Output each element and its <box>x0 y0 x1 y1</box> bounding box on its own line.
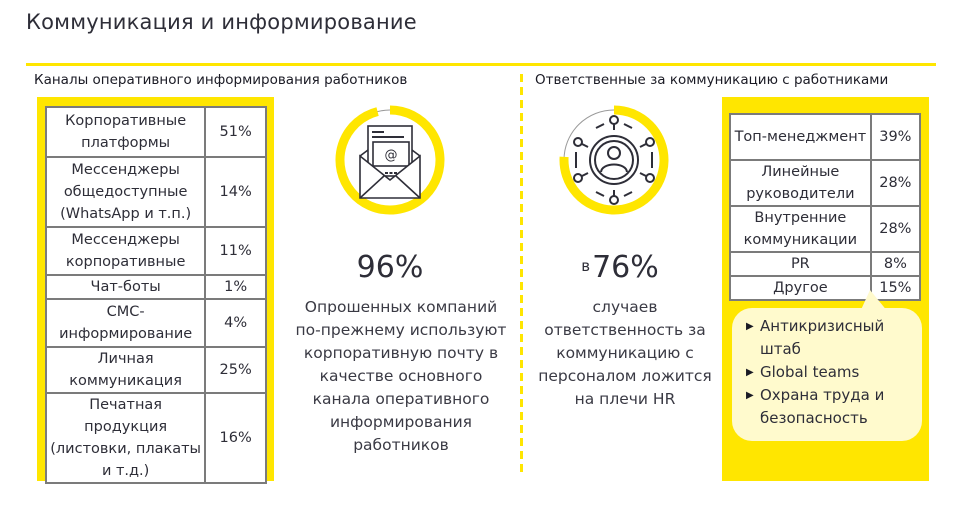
channel-value: 1% <box>204 274 267 300</box>
channel-label: Корпоративные платформы <box>44 106 207 158</box>
table-row: Личная коммуникация 25% <box>44 346 267 394</box>
responsible-label: Линейные руководители <box>729 159 872 207</box>
email-usage-donut: @ <box>335 105 445 215</box>
responsible-label: Внутренние коммуникации <box>729 205 872 253</box>
table-row: Внутренние коммуникации 28% <box>729 205 922 253</box>
responsible-label: Другое <box>729 275 872 301</box>
channel-label: Мессенджеры общедоступные (WhatsApp и т.… <box>44 156 207 228</box>
responsible-value: 8% <box>869 251 922 277</box>
list-item: ▶ Охрана труда и безопасность <box>746 384 921 430</box>
table-row: Мессенджеры корпоративные 11% <box>44 226 267 276</box>
channel-value: 25% <box>204 346 267 394</box>
table-row: Линейные руководители 28% <box>729 159 922 207</box>
bullet-triangle-icon: ▶ <box>746 321 754 332</box>
other-items-list: ▶ Антикризисный штаб ▶ Global teams ▶ Охран… <box>746 315 921 430</box>
table-row: Печатная продукция (листовки, плакаты и … <box>44 392 267 484</box>
responsible-label: PR <box>729 251 872 277</box>
responsible-section-title: Ответственные за коммуникацию с работник… <box>535 72 889 88</box>
svg-text:@: @ <box>385 148 398 163</box>
responsible-table: Топ-менеджмент 39% Линейные руководители… <box>729 113 922 301</box>
list-item-label: Охрана труда и безопасность <box>760 386 885 427</box>
channels-table: Корпоративные платформы 51% Мессенджеры … <box>44 106 267 484</box>
table-row: PR 8% <box>729 251 922 277</box>
list-item-label: Антикризисный штаб <box>760 317 885 358</box>
bullet-triangle-icon: ▶ <box>746 367 754 378</box>
list-item: ▶ Global teams <box>746 361 921 384</box>
list-item-label: Global teams <box>760 363 860 381</box>
page-title: Коммуникация и информирование <box>26 10 417 34</box>
channel-label: СМС-информирование <box>44 298 207 348</box>
table-row: СМС-информирование 4% <box>44 298 267 348</box>
channel-label: Мессенджеры корпоративные <box>44 226 207 276</box>
table-row: Мессенджеры общедоступные (WhatsApp и т.… <box>44 156 267 228</box>
section-divider <box>520 74 523 474</box>
title-underline <box>26 63 936 66</box>
channel-value: 11% <box>204 226 267 276</box>
list-item: ▶ Антикризисный штаб <box>746 315 921 361</box>
channel-label: Личная коммуникация <box>44 346 207 394</box>
hr-responsibility-description: случаев ответственность за коммуникацию … <box>538 298 712 408</box>
channel-label: Чат-боты <box>44 274 207 300</box>
channel-label: Печатная продукция (листовки, плакаты и … <box>44 392 207 484</box>
channel-value: 51% <box>204 106 267 158</box>
hr-value-prefix: в <box>581 257 591 275</box>
hr-responsibility-value-wrap: в76% <box>525 250 715 285</box>
bullet-triangle-icon: ▶ <box>746 390 754 401</box>
responsible-label: Топ-менеджмент <box>729 113 872 161</box>
channels-section-title: Каналы оперативного информирования работ… <box>34 72 408 88</box>
table-row: Другое 15% <box>729 275 922 301</box>
network-person-icon <box>573 115 655 205</box>
table-row: Чат-боты 1% <box>44 274 267 300</box>
channel-value: 16% <box>204 392 267 484</box>
email-usage-description: Опрошенных компаний по-прежнему использу… <box>295 298 507 454</box>
channel-value: 4% <box>204 298 267 348</box>
hr-responsibility-value: 76% <box>592 250 659 285</box>
table-row: Топ-менеджмент 39% <box>729 113 922 161</box>
hr-responsibility-donut <box>559 105 669 215</box>
table-row: Корпоративные платформы 51% <box>44 106 267 158</box>
responsible-value: 28% <box>869 205 922 253</box>
channel-value: 14% <box>204 156 267 228</box>
envelope-email-icon: @ <box>359 125 421 199</box>
responsible-value: 28% <box>869 159 922 207</box>
email-usage-value: 96% <box>356 250 424 285</box>
responsible-value: 39% <box>869 113 922 161</box>
